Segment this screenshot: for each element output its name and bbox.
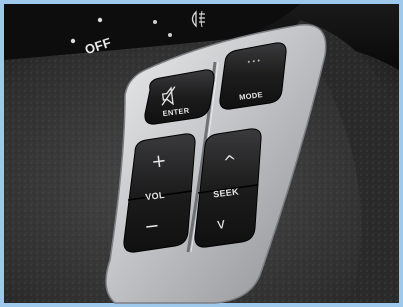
vol-plus-icon[interactable]: + [150,150,168,173]
dash-dot [153,20,157,24]
seek-up-icon[interactable]: ^ [222,151,238,171]
seek-down-icon[interactable]: v [216,215,226,233]
vol-minus-icon[interactable]: − [143,215,161,238]
dash-dot [97,17,103,23]
dash-dot [168,33,172,37]
photo-illustration [0,0,403,307]
steering-wheel-photo: OFF ENTER • • • MODE + VOL − ^ SEEK v [0,0,403,307]
dash-dot [70,38,76,44]
